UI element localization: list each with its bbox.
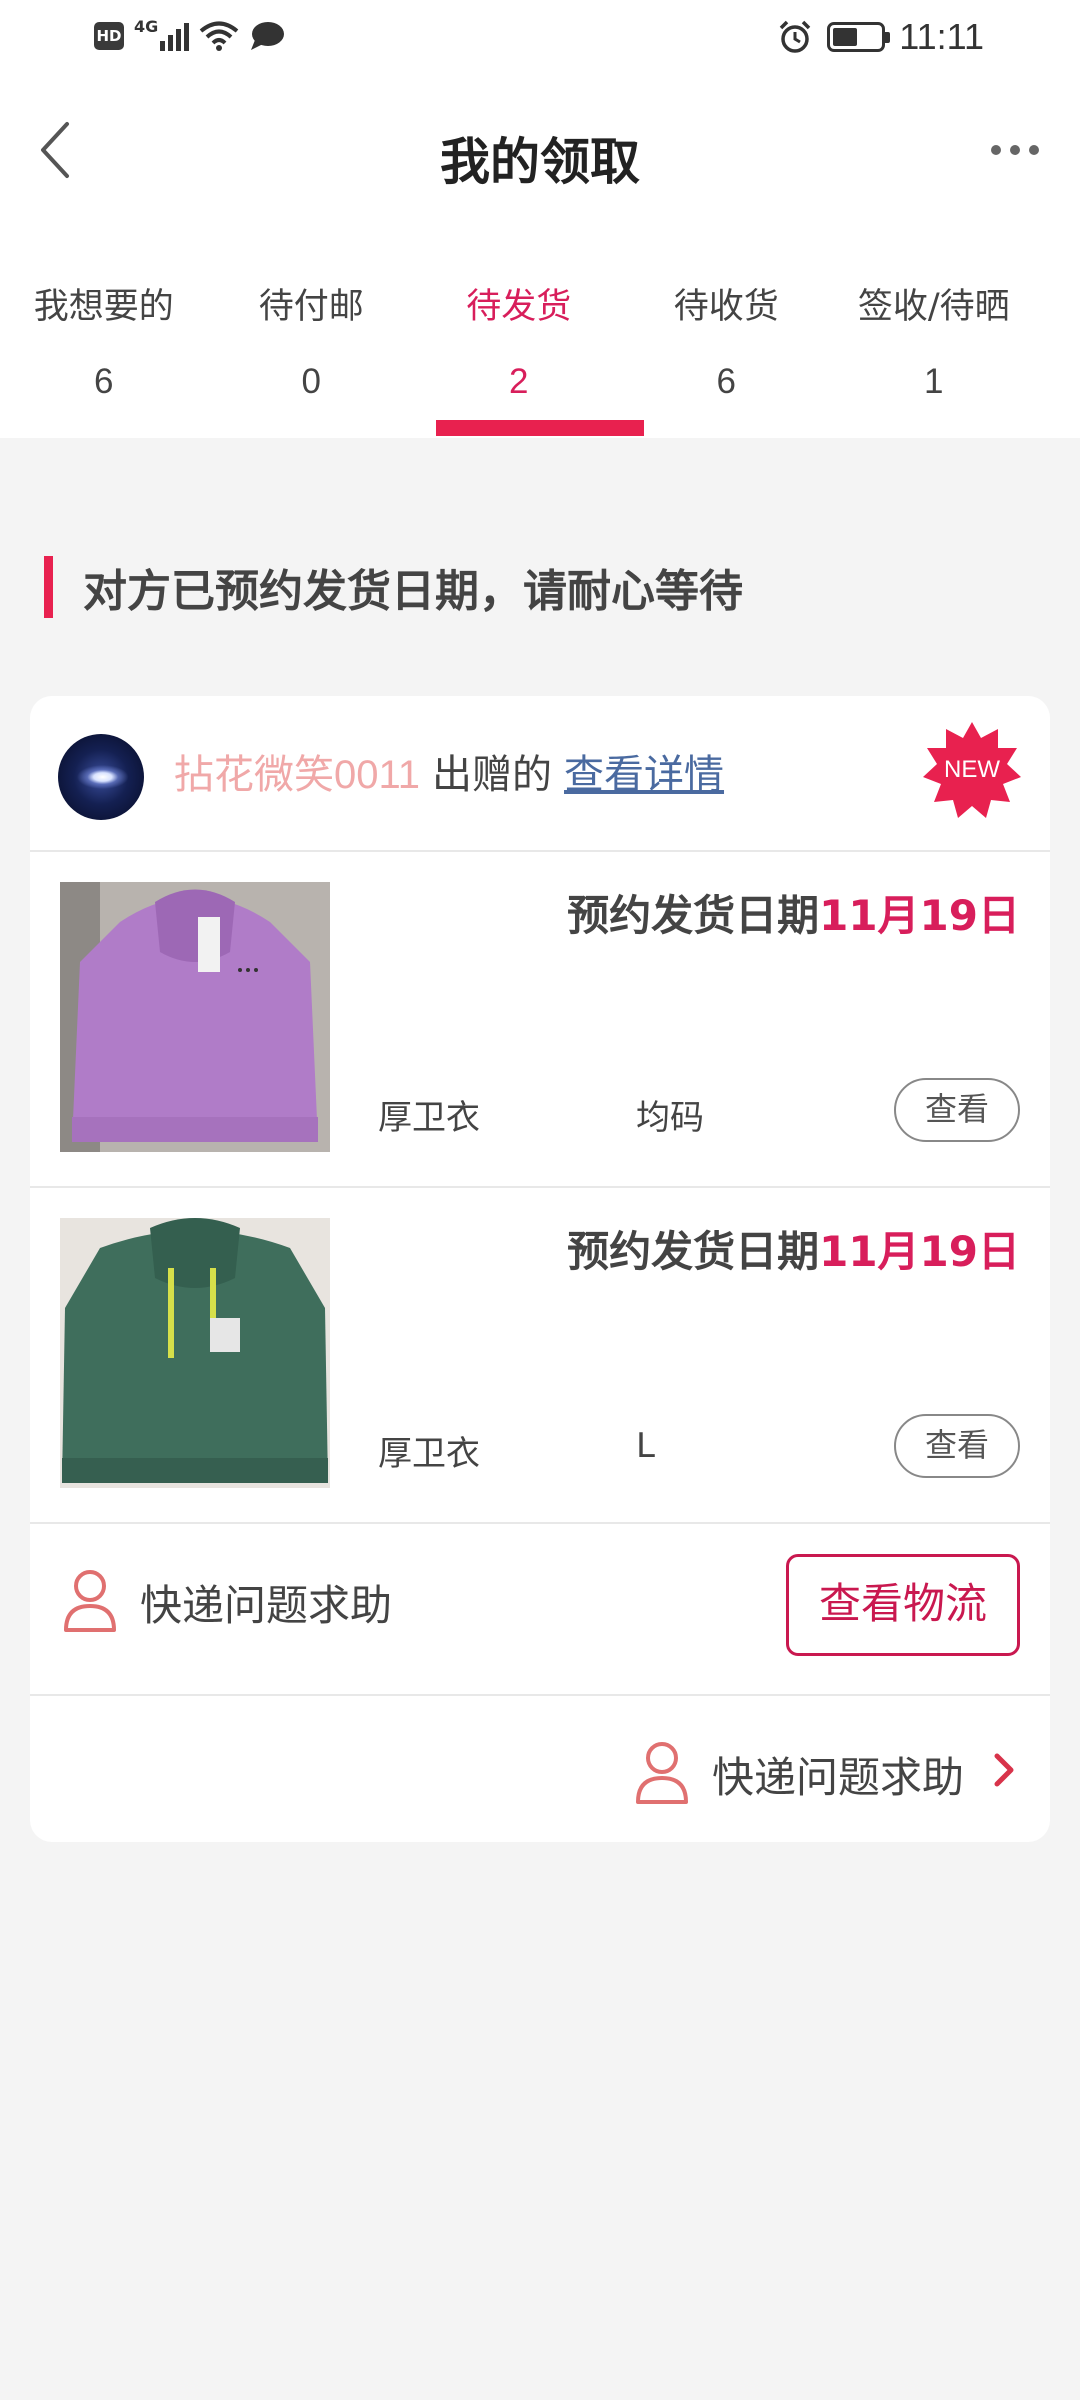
person-icon <box>636 1742 688 1804</box>
tab-wanted[interactable]: 我想要的 6 <box>0 260 208 438</box>
tab-label: 待付邮 <box>258 287 364 327</box>
delivery-help-link[interactable]: 快递问题求助 <box>140 1572 392 1633</box>
more-button[interactable] <box>980 130 1050 170</box>
tab-pending-receipt[interactable]: 待收货 6 <box>623 260 831 438</box>
active-tab-indicator <box>436 420 644 436</box>
delivery-help-row: 快递问题求助 查看物流 <box>30 1524 1050 1696</box>
ship-date-value: 11月19日 <box>819 1227 1020 1276</box>
tab-label: 签收/待晒 <box>857 287 1010 327</box>
item-size: L <box>636 1426 655 1466</box>
order-card: 拈花微笑0011 出赠的 查看详情 NEW 预约发货日期11月19日 厚卫衣 均码 … <box>30 696 1050 1842</box>
view-details-link[interactable]: 查看详情 <box>564 752 724 798</box>
section-heading: 对方已预约发货日期，请耐心等待 <box>44 556 743 618</box>
new-badge-text: NEW <box>944 756 1000 783</box>
item-row[interactable]: 预约发货日期11月19日 厚卫衣 L 查看 <box>30 1188 1050 1524</box>
status-left: HD 4G <box>94 16 285 52</box>
tab-label: 待发货 <box>466 287 572 327</box>
item-photo-purple-hoodie[interactable] <box>60 882 330 1152</box>
network-type: 4G <box>134 16 159 36</box>
view-logistics-button[interactable]: 查看物流 <box>786 1554 1020 1656</box>
ship-date: 预约发货日期11月19日 <box>567 1218 1020 1279</box>
footer-help-label: 快递问题求助 <box>712 1753 965 1802</box>
tab-count: 6 <box>716 362 736 401</box>
tab-count: 0 <box>301 362 321 401</box>
footer-help-row[interactable]: 快递问题求助 <box>30 1696 1050 1842</box>
message-icon <box>251 22 285 50</box>
view-item-button[interactable]: 查看 <box>894 1414 1020 1478</box>
chevron-right-icon <box>994 1753 1014 1787</box>
page-title: 我的领取 <box>440 133 640 191</box>
card-header: 拈花微笑0011 出赠的 查看详情 NEW <box>30 696 1050 852</box>
hd-badge: HD <box>94 22 124 50</box>
avatar[interactable] <box>58 734 144 820</box>
title-bar: 我的领取 <box>0 100 1080 200</box>
ship-date-label: 预约发货日期 <box>567 891 820 940</box>
alarm-icon <box>780 20 811 53</box>
tab-label: 我想要的 <box>33 287 174 327</box>
item-photo-green-hoodie[interactable] <box>60 1218 330 1488</box>
ship-date: 预约发货日期11月19日 <box>567 882 1020 943</box>
item-row[interactable]: 预约发货日期11月19日 厚卫衣 均码 查看 <box>30 852 1050 1188</box>
clock: 11:11 <box>899 16 984 57</box>
item-name: 厚卫衣 <box>378 1098 480 1138</box>
ship-date-label: 预约发货日期 <box>567 1227 820 1276</box>
status-right: 11:11 <box>777 16 984 58</box>
tab-pending-postage[interactable]: 待付邮 0 <box>208 260 416 438</box>
tab-count: 2 <box>509 362 529 401</box>
more-dot <box>991 145 1001 155</box>
giver-line: 拈花微笑0011 出赠的 查看详情 <box>174 742 724 800</box>
tab-signed[interactable]: 签收/待晒 1 <box>830 260 1038 438</box>
tab-count: 6 <box>94 362 114 401</box>
new-badge: NEW <box>923 722 1021 818</box>
view-item-button[interactable]: 查看 <box>894 1078 1020 1142</box>
tab-pending-shipment[interactable]: 待发货 2 <box>415 260 623 438</box>
giver-suffix: 出赠的 <box>432 752 553 798</box>
more-dot <box>1010 145 1020 155</box>
giver-name[interactable]: 拈花微笑0011 <box>174 753 420 797</box>
heading-accent-bar <box>44 556 53 618</box>
item-name: 厚卫衣 <box>378 1434 480 1474</box>
signal-icon <box>160 21 190 51</box>
more-dot <box>1029 145 1039 155</box>
person-icon <box>64 1570 116 1632</box>
item-size: 均码 <box>636 1098 704 1138</box>
status-bar: HD 4G 11:11 <box>0 0 1080 80</box>
tab-label: 待收货 <box>673 287 779 327</box>
wifi-icon <box>199 21 239 51</box>
status-tabs: 我想要的 6 待付邮 0 待发货 2 待收货 6 签收/待晒 1 <box>0 260 1080 438</box>
tab-count: 1 <box>924 362 944 401</box>
battery-icon <box>827 22 891 52</box>
ship-date-value: 11月19日 <box>819 891 1020 940</box>
section-heading-text: 对方已预约发货日期，请耐心等待 <box>83 566 743 617</box>
